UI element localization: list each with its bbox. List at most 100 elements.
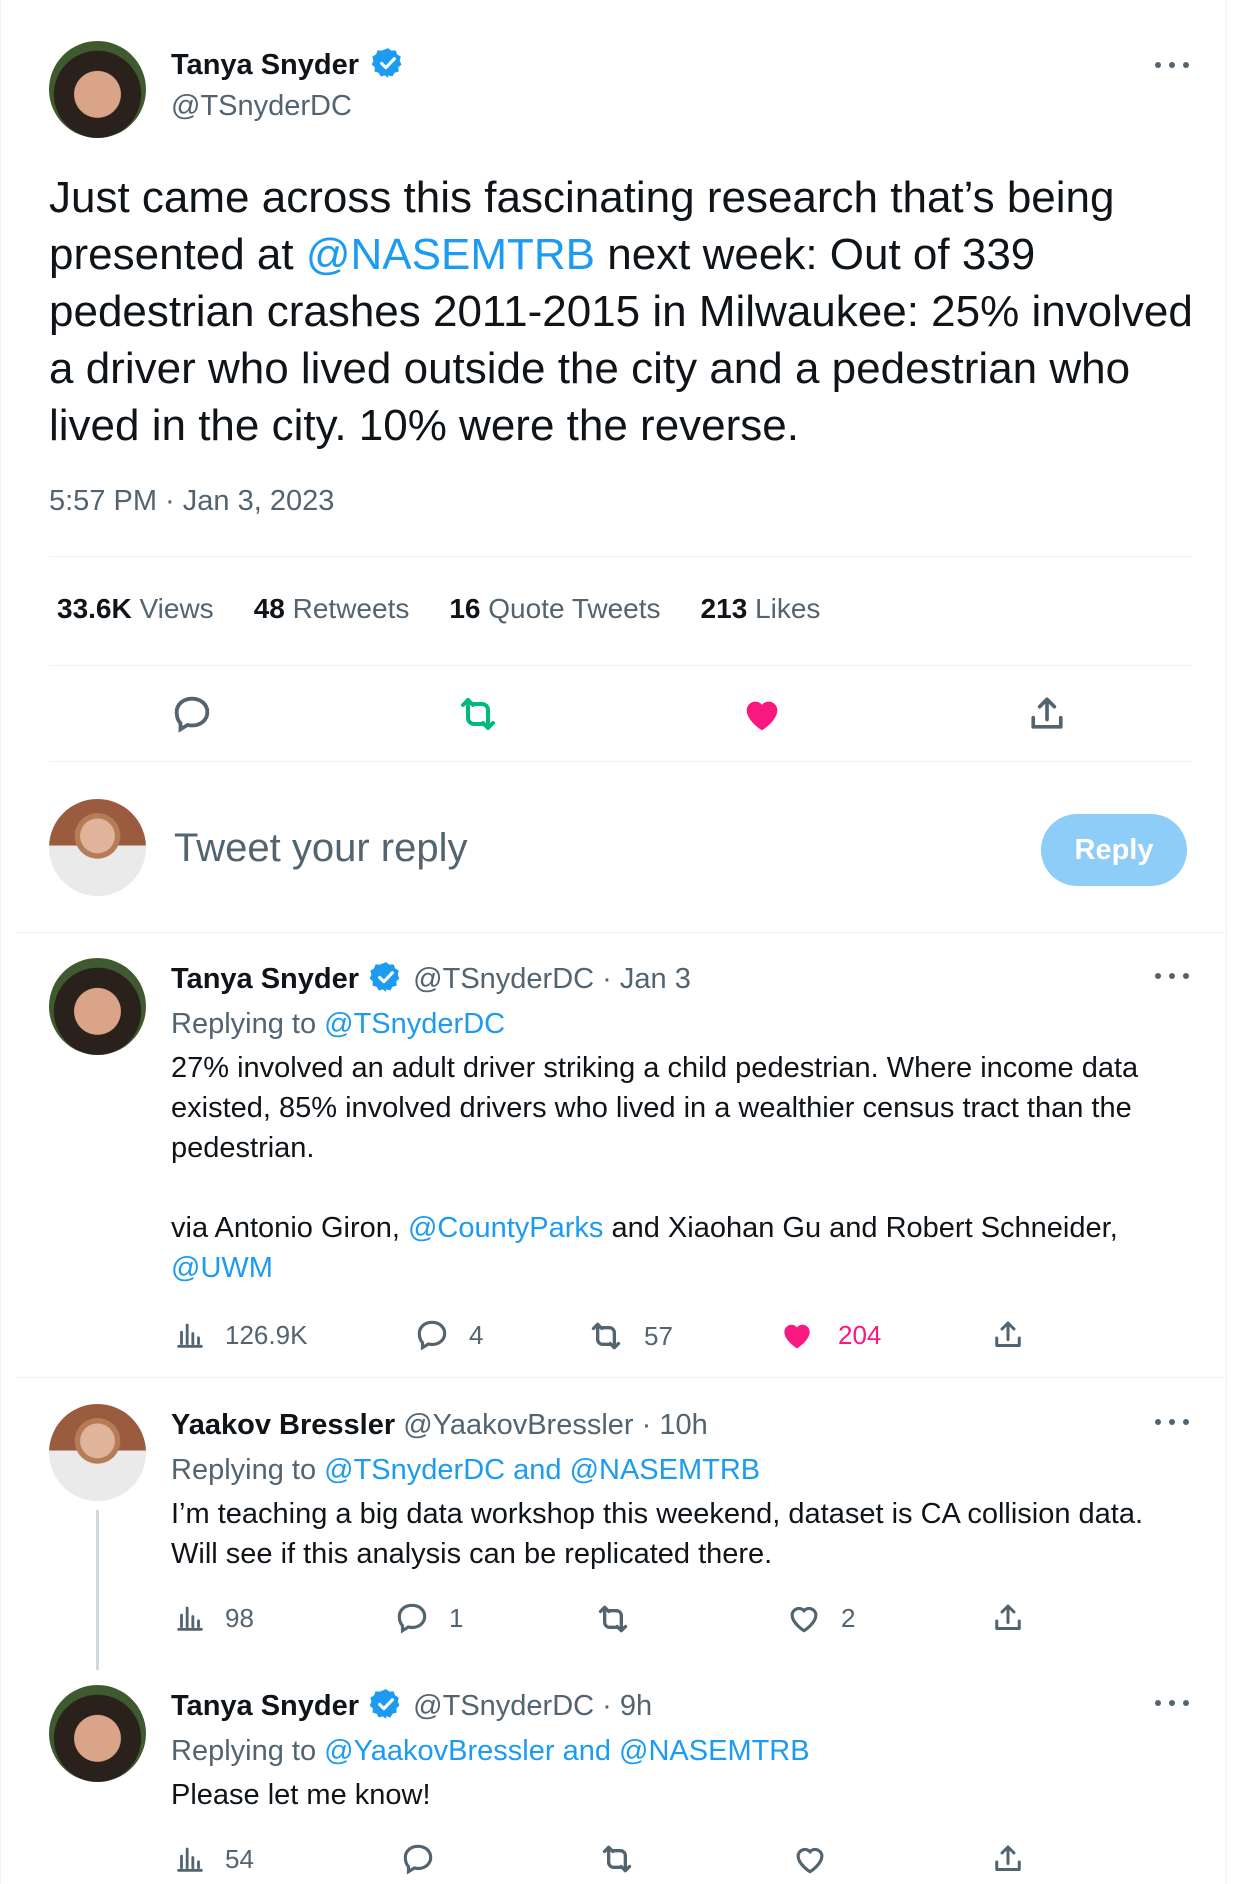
replying-to: Replying to @YaakovBressler and @NASEMTR… [171, 1731, 810, 1771]
reply-time[interactable]: · 9h [602, 1690, 652, 1722]
replying-to-label: Replying to [171, 1454, 325, 1486]
quotes-stat[interactable]: 16 Quote Tweets [449, 593, 660, 625]
reply-icon[interactable] [399, 1840, 437, 1878]
likes-count: 213 [700, 593, 748, 624]
likes-stat[interactable]: 213 Likes [701, 593, 821, 625]
retweet-icon[interactable] [454, 690, 502, 738]
retweet-count: 57 [644, 1320, 673, 1351]
views-icon [173, 1842, 207, 1876]
reply-paragraph: via Antonio Giron, @CountyParks and Xiao… [171, 1208, 1191, 1288]
reply-text-part: via Antonio Giron, [171, 1212, 408, 1244]
views-icon [173, 1318, 207, 1352]
reply-author-name[interactable]: Tanya Snyder [171, 963, 359, 995]
author-name[interactable]: Tanya Snyder [171, 49, 359, 81]
reply-text: I’m teaching a big data workshop this we… [171, 1498, 1144, 1570]
divider [16, 1377, 1226, 1378]
like-icon[interactable] [739, 691, 785, 737]
views-icon [173, 1601, 207, 1635]
quotes-label: Quote Tweets [488, 593, 661, 624]
share-icon[interactable] [1025, 692, 1069, 736]
like-count: 204 [838, 1319, 882, 1350]
replying-to: Replying to @TSnyderDC and @NASEMTRB [171, 1450, 760, 1490]
reply-count: 1 [449, 1602, 464, 1633]
replying-to-link[interactable]: @YaakovBressler and @NASEMTRB [324, 1735, 809, 1767]
reply-time[interactable]: · 10h [642, 1409, 708, 1441]
reply-author-handle[interactable]: @TSnyderDC [413, 963, 594, 995]
tweet-timestamp[interactable]: 5:57 PM · Jan 3, 2023 [49, 485, 334, 518]
retweet-action[interactable] [593, 1599, 633, 1639]
current-user-avatar[interactable] [49, 799, 146, 896]
verified-badge-icon [371, 46, 405, 80]
reply-avatar[interactable] [49, 958, 146, 1055]
replying-to-label: Replying to [171, 1008, 325, 1040]
author-avatar[interactable] [49, 41, 146, 138]
tweet-thread-view: Tanya Snyder @TSnyderDC Just came across… [0, 0, 1242, 1884]
reply-header: Tanya Snyder @TSnyderDC · Jan 3 [171, 963, 691, 996]
reply-text: Please let me know! [171, 1779, 431, 1811]
replying-to-link[interactable]: @TSnyderDC [324, 1008, 505, 1040]
share-icon[interactable] [990, 1841, 1026, 1877]
mention-link[interactable]: @CountyParks [408, 1212, 603, 1244]
replying-to-link[interactable]: @TSnyderDC and @NASEMTRB [324, 1454, 760, 1486]
reply-author-handle[interactable]: @TSnyderDC [413, 1690, 594, 1722]
verified-badge-icon [369, 1687, 403, 1721]
quotes-count: 16 [449, 593, 481, 624]
share-icon[interactable] [990, 1317, 1026, 1353]
reply-paragraph: 27% involved an adult driver striking a … [171, 1052, 1139, 1164]
reply-count: 4 [469, 1319, 484, 1350]
reply-avatar[interactable] [49, 1404, 146, 1501]
reply-text: 27% involved an adult driver striking a … [171, 1048, 1191, 1288]
retweets-count: 48 [253, 593, 285, 624]
thread-connector [96, 1510, 99, 1670]
author-handle[interactable]: @TSnyderDC [171, 90, 352, 123]
divider [16, 932, 1226, 933]
retweets-stat[interactable]: 48 Retweets [254, 593, 410, 625]
views-count: 33.6K [57, 593, 132, 624]
retweets-label: Retweets [292, 593, 410, 624]
like-count: 2 [841, 1602, 856, 1633]
reply-action[interactable]: 1 [393, 1599, 463, 1637]
stats-row: 33.6K Views 48 Retweets 16 Quote Tweets … [57, 593, 820, 625]
reply-avatar[interactable] [49, 1685, 146, 1782]
more-icon[interactable] [1155, 973, 1189, 983]
reply-input[interactable]: Tweet your reply [174, 826, 467, 871]
views-action[interactable]: 54 [173, 1842, 254, 1876]
reply-icon[interactable] [169, 691, 215, 737]
like-action[interactable]: 2 [785, 1599, 855, 1637]
mention-link[interactable]: @NASEMTRB [306, 230, 595, 279]
retweet-icon [593, 1599, 633, 1639]
retweet-icon[interactable] [597, 1839, 637, 1879]
like-icon[interactable] [791, 1840, 829, 1878]
divider [49, 556, 1192, 557]
views-action[interactable]: 126.9K [173, 1318, 307, 1352]
more-icon[interactable] [1155, 62, 1189, 72]
views-action[interactable]: 98 [173, 1601, 254, 1635]
replying-to-label: Replying to [171, 1735, 325, 1767]
like-icon [778, 1316, 816, 1354]
more-icon[interactable] [1155, 1419, 1189, 1429]
reply-action[interactable]: 4 [413, 1316, 483, 1354]
like-action[interactable]: 204 [778, 1316, 881, 1354]
views-stat[interactable]: 33.6K Views [57, 593, 214, 625]
reply-author-handle[interactable]: @YaakovBressler [403, 1409, 633, 1441]
reply-author-name[interactable]: Tanya Snyder [171, 1690, 359, 1722]
like-icon [785, 1599, 823, 1637]
divider [49, 665, 1192, 666]
reply-author-name[interactable]: Yaakov Bressler [171, 1409, 395, 1441]
retweet-action[interactable]: 57 [586, 1316, 673, 1356]
reply-header: Yaakov Bressler @YaakovBressler · 10h [171, 1409, 708, 1442]
views-label: Views [139, 593, 214, 624]
reply-time[interactable]: · Jan 3 [602, 963, 691, 995]
tweet-text: Just came across this fascinating resear… [49, 169, 1199, 454]
mention-link[interactable]: @UWM [171, 1252, 273, 1284]
divider [49, 761, 1192, 762]
retweet-icon [586, 1316, 626, 1356]
reply-button[interactable]: Reply [1041, 814, 1187, 886]
views-count: 98 [225, 1602, 254, 1633]
more-icon[interactable] [1155, 1700, 1189, 1710]
share-icon[interactable] [990, 1600, 1026, 1636]
verified-badge-icon [369, 960, 403, 994]
views-count: 126.9K [225, 1319, 308, 1350]
author-name-row[interactable]: Tanya Snyder [171, 49, 405, 82]
replying-to: Replying to @TSnyderDC [171, 1004, 505, 1044]
